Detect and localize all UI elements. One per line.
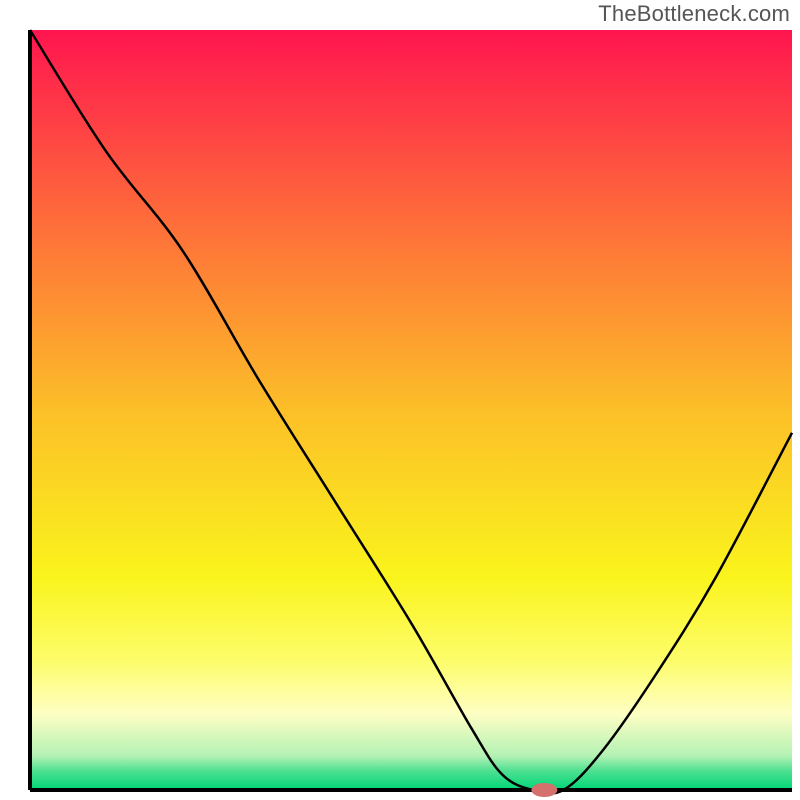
plot-background <box>30 30 792 790</box>
optimal-marker <box>531 783 557 797</box>
bottleneck-chart <box>0 0 800 800</box>
watermark-text: TheBottleneck.com <box>598 1 790 27</box>
